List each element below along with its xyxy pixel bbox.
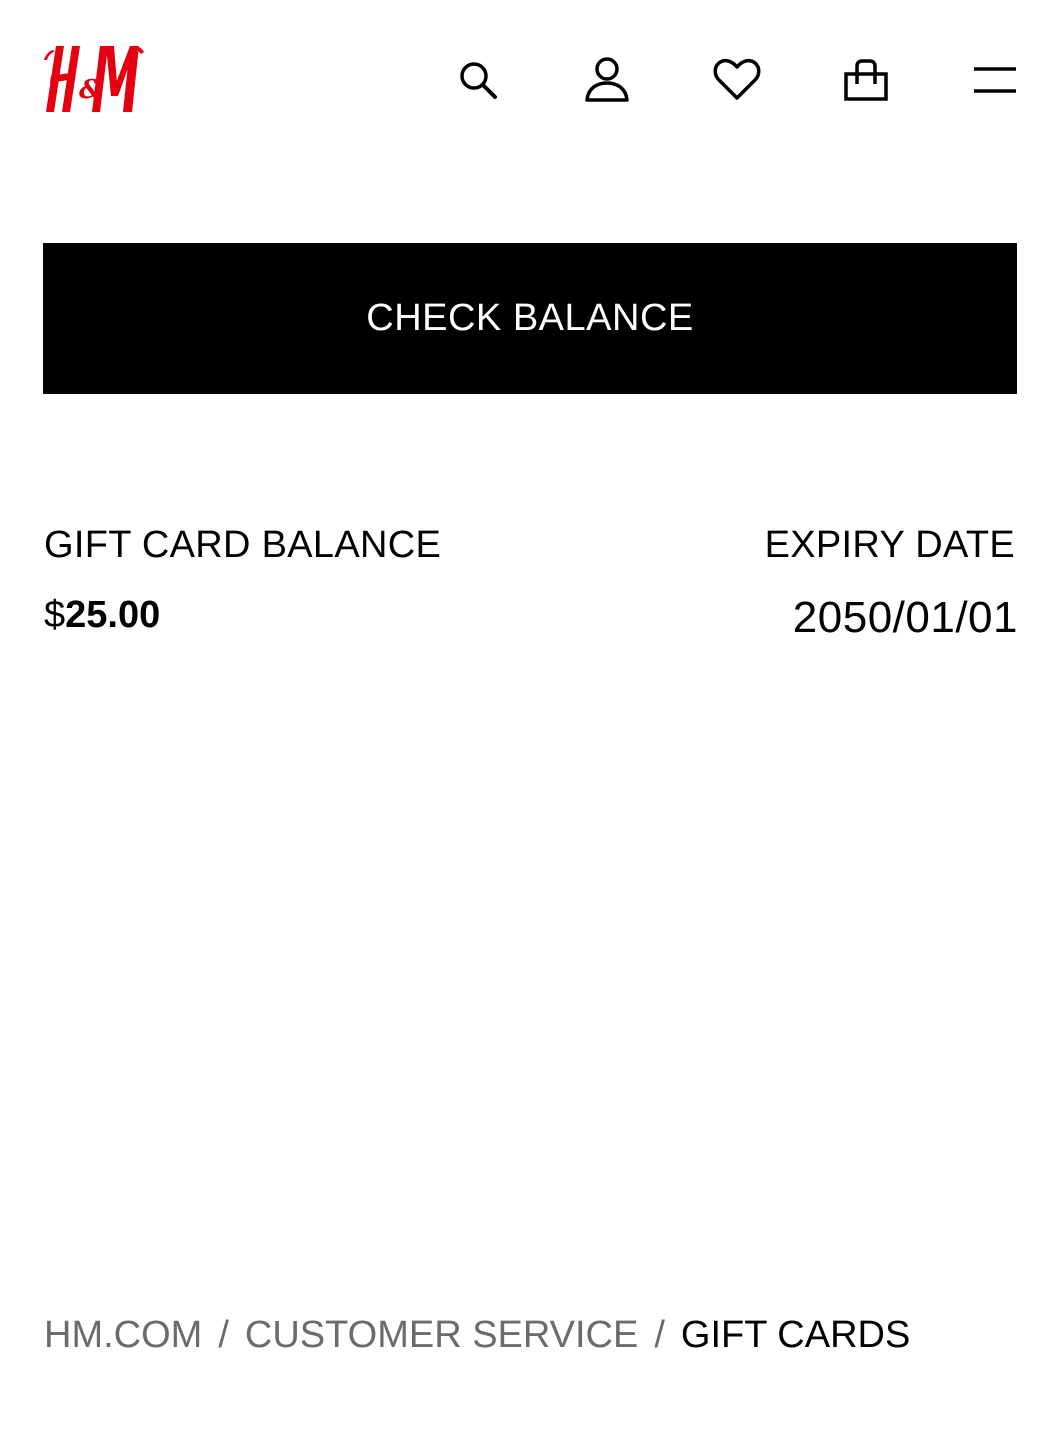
breadcrumb-link-hm-com[interactable]: HM.COM: [44, 1312, 202, 1358]
hm-logo[interactable]: &: [42, 42, 146, 116]
search-button[interactable]: [450, 52, 506, 108]
gift-card-balance-label: GIFT CARD BALANCE: [44, 524, 442, 566]
page: & CHECK BALANCE GIFT CARD BALANCE $25.00…: [0, 0, 1061, 1440]
menu-button[interactable]: [967, 52, 1023, 108]
favorites-button[interactable]: [709, 52, 765, 108]
breadcrumb-link-customer-service[interactable]: CUSTOMER SERVICE: [245, 1312, 638, 1358]
breadcrumb-separator: /: [218, 1314, 229, 1356]
breadcrumb: HM.COM / CUSTOMER SERVICE / GIFT CARDS: [44, 1312, 910, 1358]
balance-amount: 25.00: [65, 594, 161, 636]
heart-icon: [713, 58, 761, 100]
account-button[interactable]: [579, 52, 635, 108]
currency-symbol: $: [44, 594, 66, 636]
breadcrumb-current-gift-cards: GIFT CARDS: [680, 1314, 911, 1356]
menu-icon: [974, 67, 1016, 93]
shopping-bag-icon: [844, 59, 888, 101]
breadcrumb-separator: /: [654, 1314, 665, 1356]
header: &: [0, 0, 1061, 160]
expiry-date-value: 2050/01/01: [792, 593, 1018, 642]
check-balance-button[interactable]: CHECK BALANCE: [43, 243, 1017, 394]
account-icon: [585, 57, 629, 102]
search-icon: [460, 62, 497, 99]
gift-card-balance-value: $25.00: [44, 592, 160, 638]
expiry-date-label: EXPIRY DATE: [764, 524, 1015, 566]
shopping-bag-button[interactable]: [838, 52, 894, 108]
